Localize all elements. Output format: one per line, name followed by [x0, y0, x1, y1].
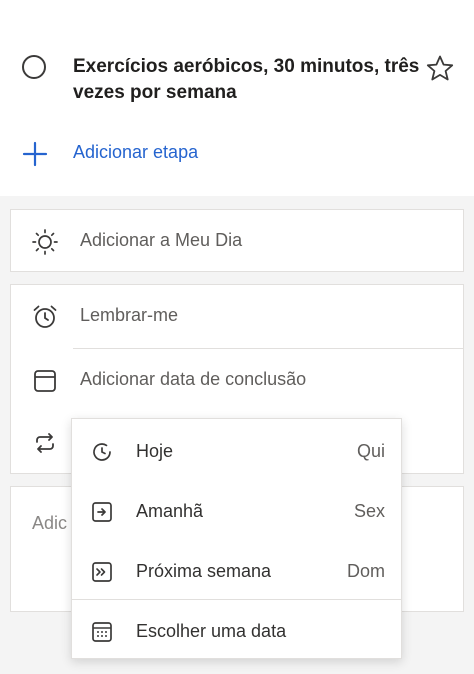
sun-icon [31, 228, 59, 256]
complete-task-checkbox[interactable] [22, 55, 46, 79]
alarm-clock-icon [31, 303, 59, 331]
task-header: Exercícios aeróbicos, 30 minutos, três v… [0, 0, 474, 196]
remind-me-label: Lembrar-me [80, 305, 179, 325]
repeat-icon [31, 429, 59, 457]
due-tomorrow-label: Amanhã [136, 501, 204, 521]
due-today-day: Qui [356, 441, 385, 461]
calendar-today-icon [90, 440, 114, 464]
due-next-week-label: Próxima semana [136, 561, 272, 581]
calendar-grid-icon [90, 620, 114, 644]
remind-me-button[interactable]: Lembrar-me [11, 285, 463, 347]
add-to-my-day-button[interactable]: Adicionar a Meu Dia [11, 210, 463, 272]
due-tomorrow-day: Sex [353, 501, 385, 521]
due-next-week-option[interactable]: Próxima semana Dom [72, 541, 401, 600]
due-today-option[interactable]: Hoje Qui [72, 421, 401, 480]
plus-icon [22, 141, 48, 167]
due-next-week-day: Dom [346, 561, 385, 581]
add-step-label: Adicionar etapa [73, 142, 199, 162]
task-title[interactable]: Exercícios aeróbicos, 30 minutos, três v… [73, 54, 423, 106]
due-today-label: Hoje [136, 441, 174, 461]
calendar-icon [31, 367, 59, 395]
due-tomorrow-option[interactable]: Amanhã Sex [72, 481, 401, 540]
calendar-tomorrow-icon [90, 500, 114, 524]
due-date-menu: Hoje Qui Amanhã Sex Próxima semana Dom E… [71, 418, 402, 659]
menu-divider [72, 599, 401, 600]
add-to-my-day-label: Adicionar a Meu Dia [80, 230, 243, 250]
my-day-card: Adicionar a Meu Dia [10, 209, 464, 272]
pick-a-date-label: Escolher uma data [136, 621, 287, 641]
note-placeholder: Adic [32, 513, 68, 533]
star-icon[interactable] [425, 54, 455, 82]
add-due-date-label: Adicionar data de conclusão [80, 369, 307, 389]
add-step-button[interactable]: Adicionar etapa [22, 138, 282, 168]
add-due-date-button[interactable]: Adicionar data de conclusão [11, 349, 463, 411]
calendar-next-week-icon [90, 560, 114, 584]
pick-a-date-option[interactable]: Escolher uma data [72, 601, 401, 660]
